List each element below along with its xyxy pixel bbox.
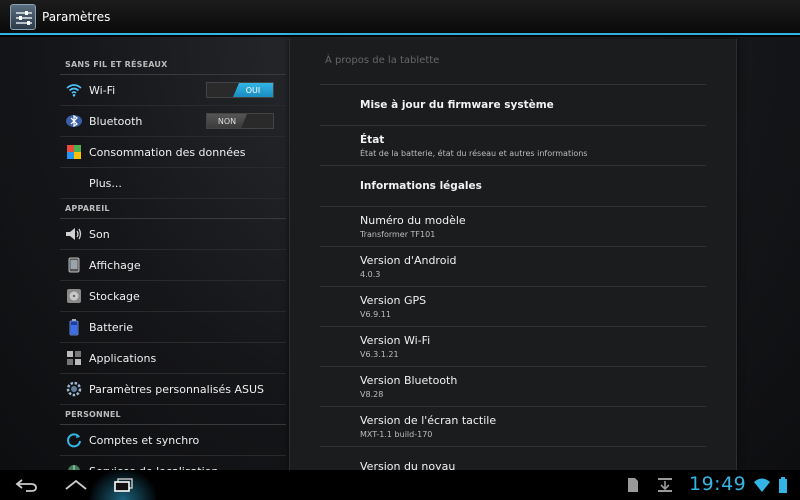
wifi-toggle[interactable]: OUI [206,82,274,98]
list-item-gps-version: Version GPS V6.9.11 [320,287,706,327]
home-icon[interactable] [62,475,90,495]
menu-item-sound[interactable]: Son [60,219,286,250]
list-item-title: Version de l'écran tactile [360,414,497,427]
menu-item-label: Wi-Fi [89,83,116,97]
list-item-touchscreen-version: Version de l'écran tactile MXT-1.1 build… [320,407,706,447]
list-item-model-number: Numéro du modèle Transformer TF101 [320,207,706,247]
list-item-subtitle: V6.3.1.21 [360,350,399,359]
section-header-device: APPAREIL [60,199,286,219]
list-item-firmware-update[interactable]: Mise à jour du firmware système [320,85,706,126]
list-item-subtitle: État de la batterie, état du réseau et a… [360,148,588,158]
menu-item-label: Plus... [89,176,122,190]
back-icon[interactable] [12,475,40,495]
menu-item-label: Son [89,227,110,241]
list-item-subtitle: V8.28 [360,390,384,399]
list-item-title: Version GPS [360,294,427,307]
data-usage-icon [65,143,83,161]
menu-item-battery[interactable]: Batterie [60,312,286,343]
list-item-kernel-version: Version du noyau [320,447,706,470]
asus-gear-icon [65,380,83,398]
speaker-icon [65,225,83,243]
menu-item-wifi[interactable]: Wi-Fi OUI [60,75,286,106]
list-item-wifi-version: Version Wi-Fi V6.3.1.21 [320,327,706,367]
wifi-icon [65,81,83,99]
settings-content: SANS FIL ET RÉSEAUX Wi-Fi OUI Bluetooth … [0,37,800,487]
menu-item-more[interactable]: Plus... [60,168,286,199]
list-item-title: Informations légales [360,180,482,192]
list-item-legal-info[interactable]: Informations légales [320,166,706,207]
bluetooth-toggle-label: NON [207,114,247,128]
section-header-wireless: SANS FIL ET RÉSEAUX [60,55,286,75]
menu-item-label: Batterie [89,320,134,334]
recent-apps-icon[interactable] [110,475,138,495]
menu-item-label: Comptes et synchro [89,433,200,447]
action-bar: Paramètres [0,0,800,35]
menu-item-accounts-sync[interactable]: Comptes et synchro [60,425,286,456]
list-item-title: Mise à jour du firmware système [360,99,554,111]
menu-item-applications[interactable]: Applications [60,343,286,374]
about-tablet-panel: À propos de la tablette Mise à jour du f… [289,39,737,470]
list-item-title: Version du noyau [360,460,456,470]
battery-icon [65,318,83,336]
status-clock: 19:49 [689,473,747,495]
sdcard-icon [627,477,639,497]
bluetooth-icon [65,112,83,130]
list-item-title: Version Wi-Fi [360,334,431,347]
about-list: Mise à jour du firmware système État Éta… [320,85,706,470]
list-item-status[interactable]: État État de la batterie, état du réseau… [320,126,706,166]
list-item-android-version[interactable]: Version d'Android 4.0.3 [320,247,706,287]
list-item-subtitle: 4.0.3 [360,270,381,279]
app-title: Paramètres [42,9,111,24]
list-item-title: État [360,133,385,146]
menu-item-label: Stockage [89,289,140,303]
list-item-title: Version Bluetooth [360,374,458,387]
panel-title: À propos de la tablette [325,55,440,66]
list-item-subtitle: V6.9.11 [360,310,391,319]
bluetooth-toggle[interactable]: NON [206,113,274,129]
list-item-bluetooth-version: Version Bluetooth V8.28 [320,367,706,407]
menu-item-label: Bluetooth [89,114,143,128]
menu-item-display[interactable]: Affichage [60,250,286,281]
menu-item-label: Paramètres personnalisés ASUS [89,382,265,396]
battery-status-icon [778,477,788,497]
settings-sliders-icon[interactable] [10,3,36,30]
settings-categories: SANS FIL ET RÉSEAUX Wi-Fi OUI Bluetooth … [60,55,286,487]
system-bar: 19:49 [0,470,800,500]
menu-item-storage[interactable]: Stockage [60,281,286,312]
menu-item-bluetooth[interactable]: Bluetooth NON [60,106,286,137]
menu-item-data-usage[interactable]: Consommation des données [60,137,286,168]
display-icon [65,256,83,274]
wifi-toggle-label: OUI [233,83,273,97]
list-item-subtitle: Transformer TF101 [360,230,436,239]
menu-item-label: Applications [89,351,157,365]
menu-item-label: Affichage [89,258,141,272]
list-item-title: Numéro du modèle [360,214,466,227]
storage-icon [65,287,83,305]
wifi-signal-icon [753,477,771,497]
section-header-personal: PERSONNEL [60,405,286,425]
apps-icon [65,349,83,367]
menu-item-asus-settings[interactable]: Paramètres personnalisés ASUS [60,374,286,405]
list-item-title: Version d'Android [360,254,457,267]
sync-icon [65,431,83,449]
download-icon [657,477,673,497]
menu-item-label: Consommation des données [89,145,246,159]
list-item-subtitle: MXT-1.1 build-170 [360,430,433,439]
